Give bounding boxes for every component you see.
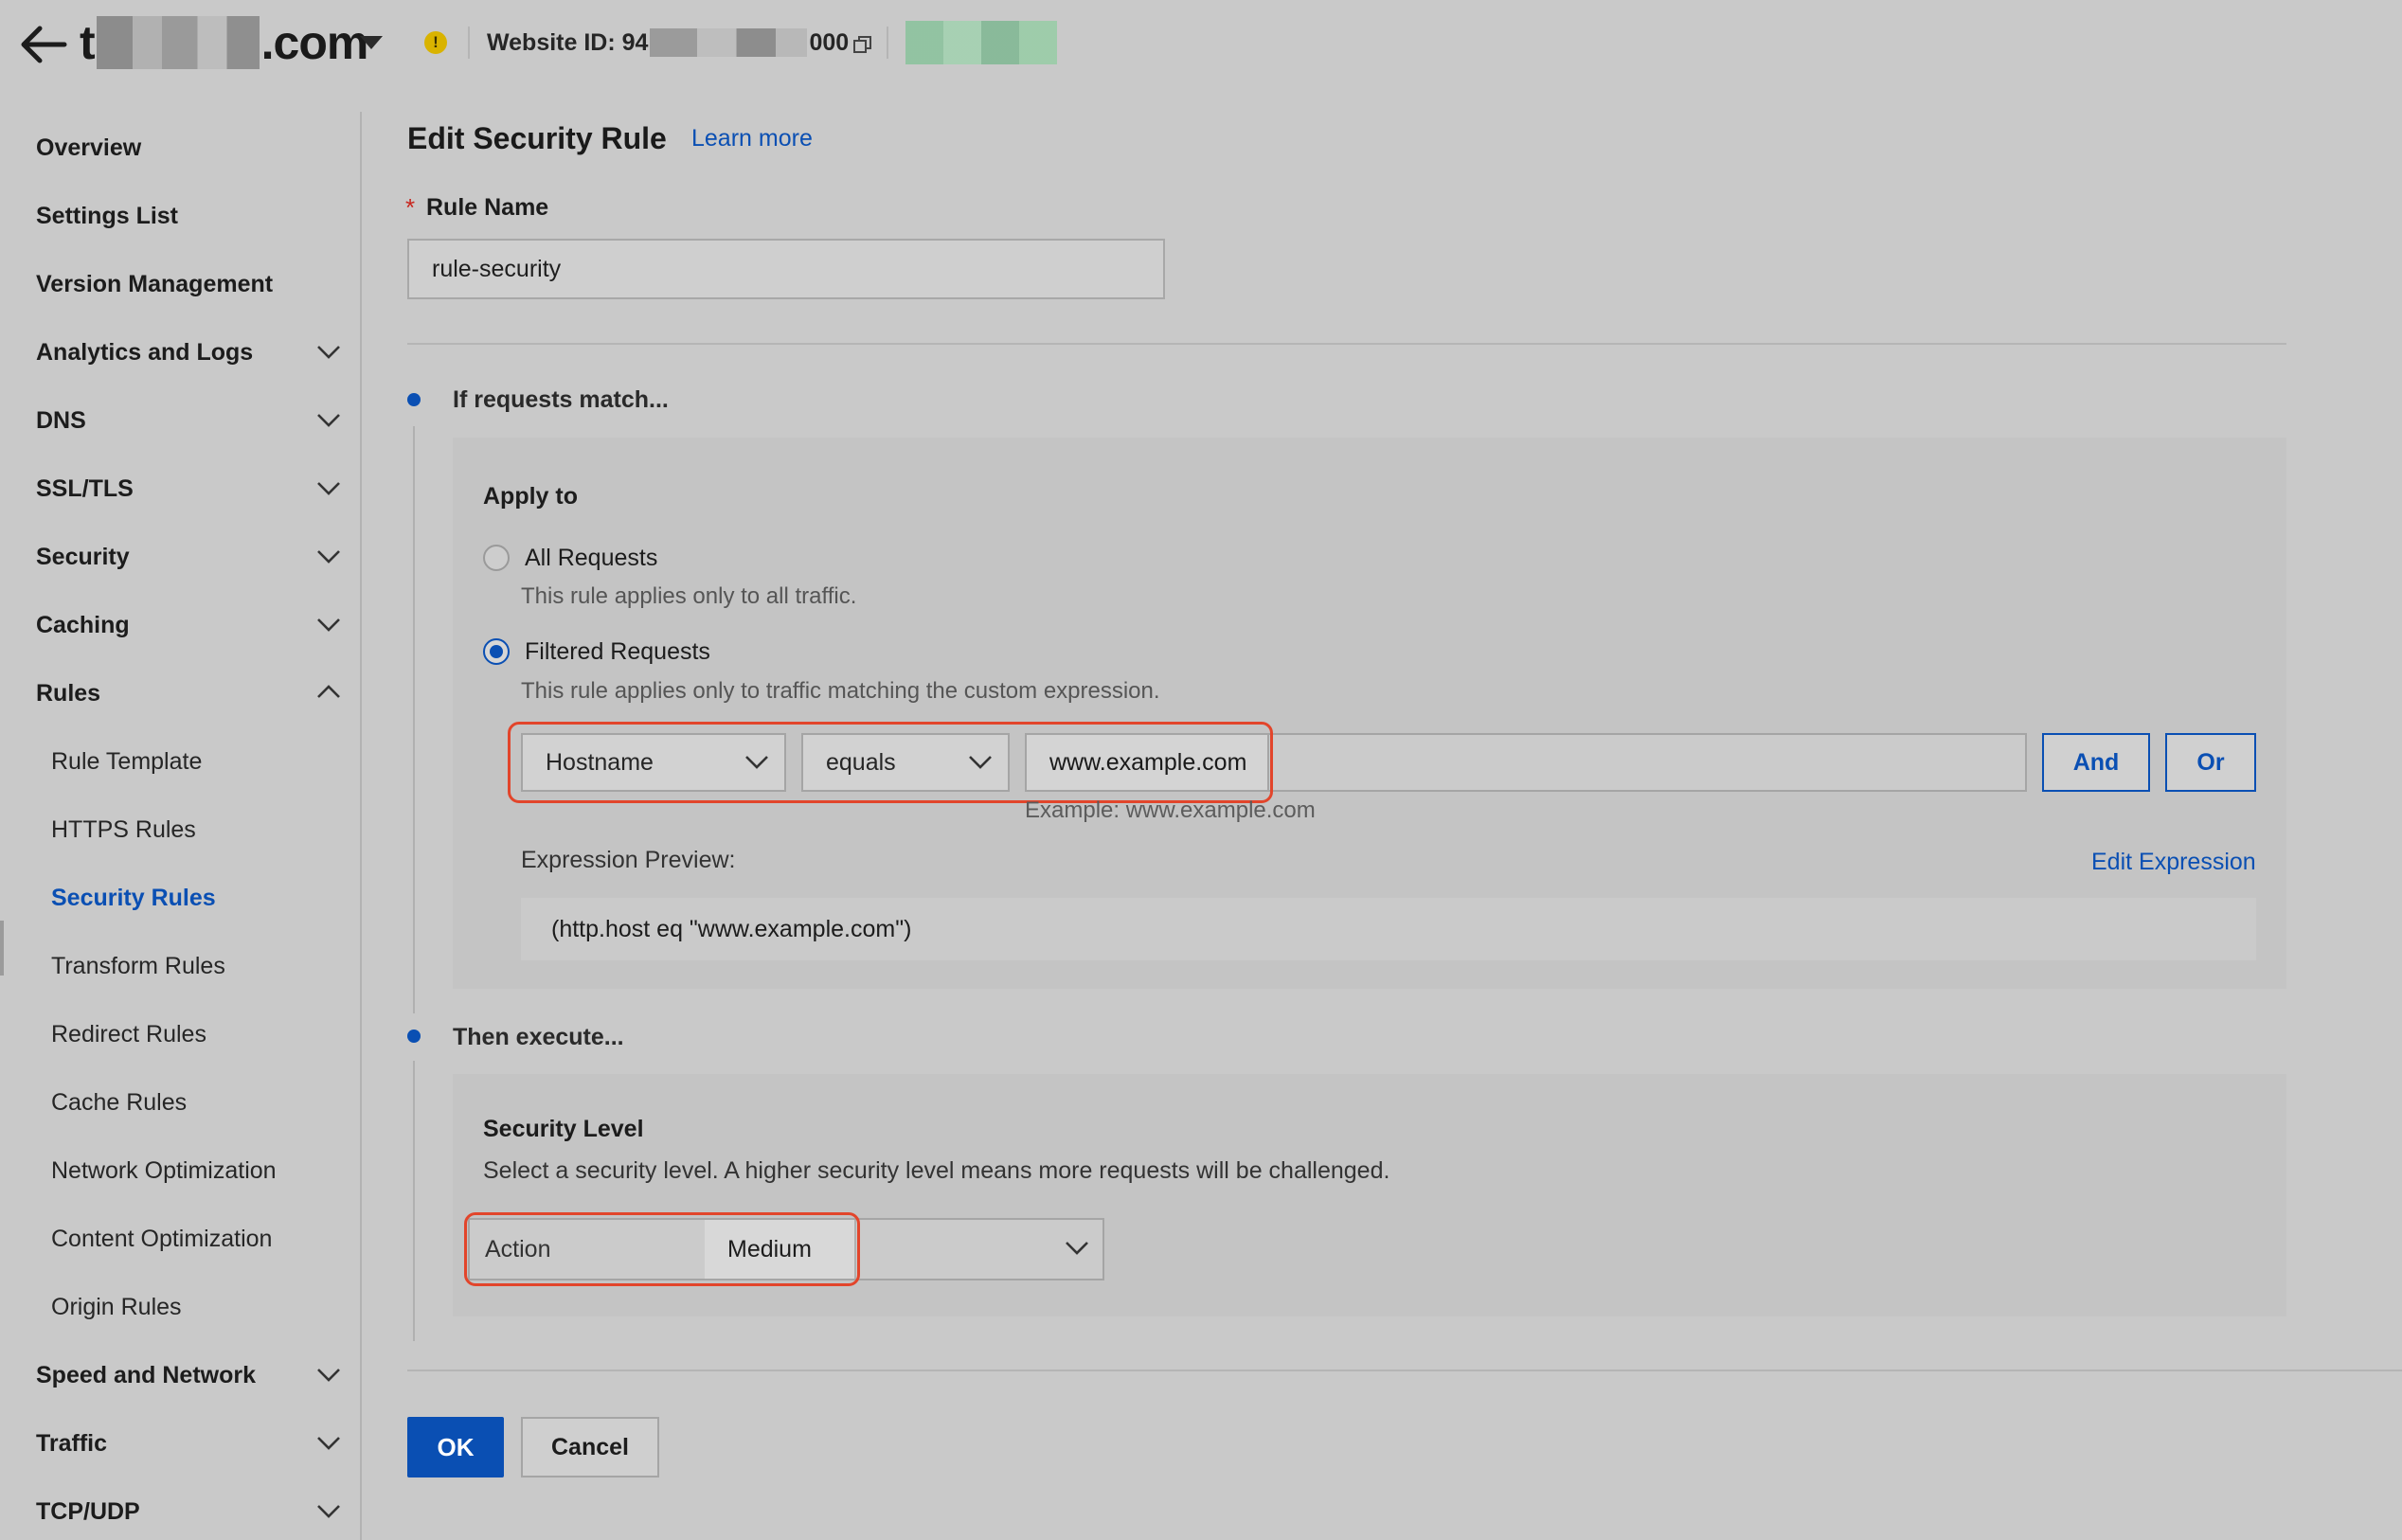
redacted-site-name [96, 16, 260, 69]
security-level-label: Security Level [483, 1115, 644, 1142]
sidebar-item-settings-list[interactable]: Settings List [36, 195, 178, 237]
redacted-website-id [650, 28, 808, 57]
execute-step-title: Then execute... [453, 1023, 624, 1050]
edit-expression-link[interactable]: Edit Expression [2091, 845, 2256, 879]
chevron-down-icon[interactable] [316, 1504, 341, 1519]
expression-preview: (http.host eq "www.example.com") [521, 898, 2256, 960]
sidebar-item-ssl-tls[interactable]: SSL/TLS [36, 468, 134, 510]
step-dot [407, 393, 421, 406]
website-id-label: Website ID: 94 [487, 28, 649, 56]
chevron-down-icon[interactable] [744, 755, 769, 770]
chevron-down-icon[interactable] [316, 618, 341, 633]
all-requests-label[interactable]: All Requests [525, 541, 657, 575]
website-id-suffix: 000 [809, 28, 850, 56]
site-switcher[interactable]: t .com [80, 9, 369, 76]
chevron-down-icon[interactable] [968, 755, 993, 770]
and-button[interactable]: And [2042, 733, 2150, 792]
sidebar-subitem-cache-rules[interactable]: Cache Rules [51, 1082, 187, 1123]
chevron-down-icon[interactable] [316, 413, 341, 428]
sidebar-subitem-origin-rules[interactable]: Origin Rules [51, 1286, 182, 1328]
ok-button[interactable]: OK [407, 1417, 504, 1477]
sidebar-item-version-management[interactable]: Version Management [36, 263, 273, 305]
action-label: Action [468, 1218, 705, 1280]
step-connector [413, 1061, 415, 1341]
expression-preview-label: Expression Preview: [521, 846, 736, 873]
chevron-down-icon[interactable] [316, 1368, 341, 1383]
sidebar-item-analytics-and-logs[interactable]: Analytics and Logs [36, 331, 253, 373]
value-hint: Example: www.example.com [1025, 797, 1316, 823]
sidebar-item-speed-and-network[interactable]: Speed and Network [36, 1354, 256, 1396]
caret-down-icon[interactable] [358, 34, 385, 51]
filtered-requests-description: This rule applies only to traffic matchi… [521, 678, 1160, 704]
sidebar-subitem-content-optimization[interactable]: Content Optimization [51, 1218, 272, 1260]
sidebar-subitem-security-rules[interactable]: Security Rules [51, 877, 216, 919]
match-step-title: If requests match... [453, 385, 669, 413]
chevron-down-icon[interactable] [1065, 1241, 1089, 1256]
sidebar-item-overview[interactable]: Overview [36, 127, 141, 169]
or-button[interactable]: Or [2165, 733, 2256, 792]
apply-to-label: Apply to [483, 482, 578, 510]
chevron-down-icon[interactable] [316, 345, 341, 360]
sidebar-scroll-indicator [0, 921, 4, 976]
step-connector [413, 426, 415, 1013]
divider [407, 343, 2286, 345]
chevron-down-icon[interactable] [316, 1436, 341, 1451]
sidebar-subitem-transform-rules[interactable]: Transform Rules [51, 945, 225, 987]
step-dot [407, 1030, 421, 1043]
chevron-down-icon[interactable] [316, 549, 341, 564]
redacted-status-badge [905, 21, 1057, 64]
chevron-up-icon[interactable] [316, 684, 341, 699]
sidebar-item-traffic[interactable]: Traffic [36, 1423, 107, 1464]
security-level-description: Select a security level. A higher securi… [483, 1156, 1390, 1184]
chevron-down-icon[interactable] [316, 481, 341, 496]
divider [407, 1370, 2402, 1371]
rule-name-input[interactable]: rule-security [407, 239, 1165, 299]
rule-name-label: Rule Name [426, 193, 549, 221]
all-requests-radio[interactable] [483, 545, 510, 571]
filtered-requests-radio[interactable] [483, 638, 510, 665]
sidebar-subitem-network-optimization[interactable]: Network Optimization [51, 1150, 277, 1191]
back-arrow-icon[interactable] [17, 21, 68, 68]
security-level-value[interactable]: Medium [705, 1220, 856, 1279]
field-select-value: Hostname [546, 748, 654, 776]
required-marker: * [405, 193, 416, 222]
site-name-prefix: t [80, 16, 96, 69]
filtered-requests-label[interactable]: Filtered Requests [525, 635, 710, 669]
cancel-button[interactable]: Cancel [521, 1417, 659, 1477]
sidebar-item-security[interactable]: Security [36, 536, 130, 578]
sidebar-item-dns[interactable]: DNS [36, 400, 86, 441]
site-name-suffix: .com [260, 16, 369, 69]
warning-icon[interactable]: ! [424, 31, 447, 54]
value-input-extension[interactable] [1267, 733, 2027, 792]
sidebar-subitem-redirect-rules[interactable]: Redirect Rules [51, 1013, 206, 1055]
sidebar-subitem-https-rules[interactable]: HTTPS Rules [51, 809, 196, 851]
sidebar-divider [360, 112, 362, 1540]
sidebar-subitem-rule-template[interactable]: Rule Template [51, 741, 202, 782]
copy-icon[interactable] [852, 34, 873, 55]
sidebar-item-rules[interactable]: Rules [36, 672, 100, 714]
operator-select-value: equals [826, 748, 896, 776]
all-requests-description: This rule applies only to all traffic. [521, 583, 857, 609]
sidebar-item-tcp-udp[interactable]: TCP/UDP [36, 1491, 140, 1532]
value-input[interactable]: www.example.com [1025, 733, 1269, 792]
website-id: Website ID: 94 000 [487, 27, 849, 59]
divider [468, 27, 470, 59]
page-title: Edit Security Rule [407, 120, 667, 155]
top-bar: t .com ! Website ID: 94 000 [0, 0, 2402, 87]
sidebar-item-caching[interactable]: Caching [36, 604, 130, 646]
divider [887, 27, 888, 59]
learn-more-link[interactable]: Learn more [691, 121, 813, 155]
